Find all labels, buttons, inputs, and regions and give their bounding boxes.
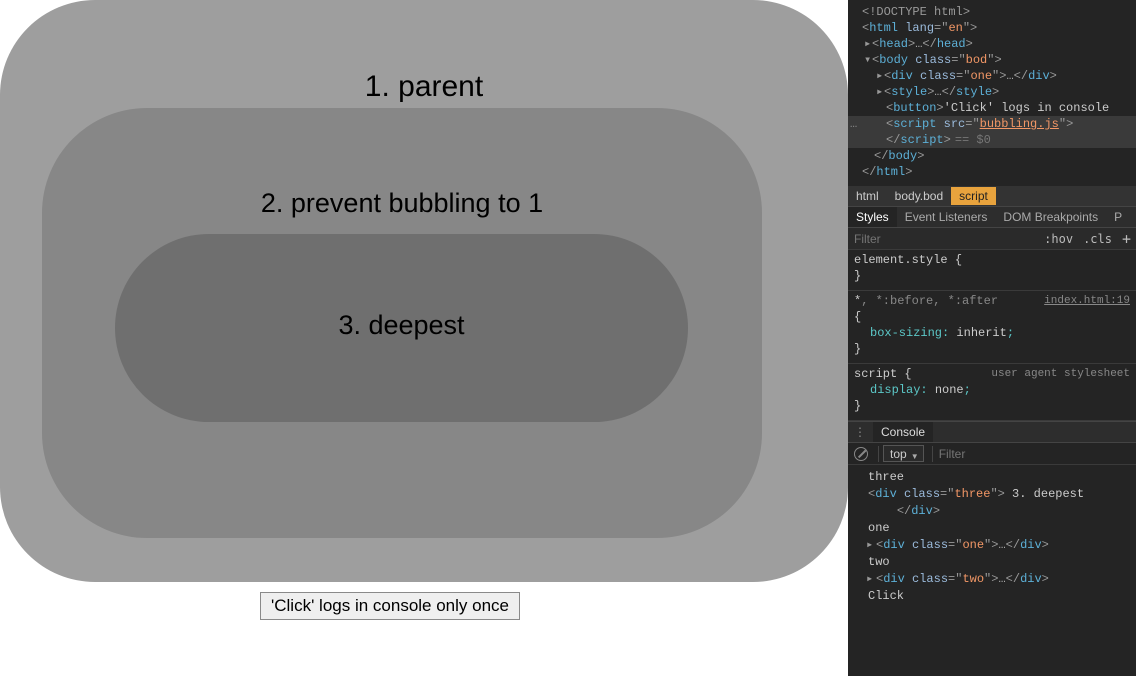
- console-log-element[interactable]: ▸<div class="two">…</div>: [868, 571, 1130, 588]
- expand-arrow-icon[interactable]: ▸: [876, 84, 884, 100]
- deepest-box-label: 3. deepest: [115, 234, 688, 341]
- expand-arrow-icon[interactable]: ▸: [866, 571, 876, 588]
- overflow-dots-icon: …: [850, 116, 857, 132]
- expand-arrow-icon[interactable]: ▸: [866, 537, 876, 554]
- console-filter-input[interactable]: [937, 446, 997, 462]
- user-agent-label: user agent stylesheet: [991, 366, 1130, 382]
- console-log-line[interactable]: one: [868, 520, 1130, 537]
- console-log-element[interactable]: <div class="three"> 3. deepest </div>: [868, 486, 1130, 520]
- styles-filter-bar: :hov .cls +: [848, 228, 1136, 250]
- toggle-cls-button[interactable]: .cls: [1078, 232, 1117, 246]
- elements-node-script-close[interactable]: </script>== $0: [848, 132, 1136, 148]
- deepest-box[interactable]: 3. deepest: [115, 234, 688, 422]
- click-logs-button[interactable]: 'Click' logs in console only once: [260, 592, 520, 620]
- collapse-arrow-icon[interactable]: ▾: [864, 52, 872, 68]
- tab-dom-breakpoints[interactable]: DOM Breakpoints: [995, 207, 1106, 227]
- breadcrumb-item-script[interactable]: script: [951, 187, 996, 205]
- expand-arrow-icon[interactable]: ▸: [876, 68, 884, 84]
- elements-node-head[interactable]: ▸<head>…</head>: [848, 36, 1136, 52]
- style-rule-element[interactable]: element.style { }: [848, 250, 1136, 291]
- elements-node-doctype[interactable]: <!DOCTYPE html>: [848, 4, 1136, 20]
- breadcrumb-item-html[interactable]: html: [848, 187, 887, 205]
- style-rule-script[interactable]: user agent stylesheet script { display: …: [848, 364, 1136, 421]
- middle-box-label: 2. prevent bubbling to 1: [42, 108, 762, 219]
- clear-console-icon[interactable]: [854, 447, 868, 461]
- tab-event-listeners[interactable]: Event Listeners: [897, 207, 996, 227]
- parent-box-label: 1. parent: [0, 0, 848, 104]
- console-tab[interactable]: Console: [873, 422, 933, 442]
- style-rule-universal[interactable]: index.html:19 *, *:before, *:after{ box-…: [848, 291, 1136, 364]
- styles-pane-tabs: Styles Event Listeners DOM Breakpoints P: [848, 206, 1136, 228]
- console-log-line[interactable]: two: [868, 554, 1130, 571]
- console-context-select[interactable]: top: [883, 445, 924, 462]
- elements-node-body-close[interactable]: </body>: [848, 148, 1136, 164]
- elements-node-div-one[interactable]: ▸<div class="one">…</div>: [848, 68, 1136, 84]
- toggle-hov-button[interactable]: :hov: [1039, 232, 1078, 246]
- breadcrumb-item-body[interactable]: body.bod: [887, 187, 952, 205]
- expand-arrow-icon[interactable]: ▸: [864, 36, 872, 52]
- console-drawer-header: ⋮ Console: [848, 421, 1136, 443]
- elements-tree[interactable]: <!DOCTYPE html> <html lang="en"> ▸<head>…: [848, 0, 1136, 186]
- styles-filter-input[interactable]: [848, 231, 1039, 247]
- console-log-line[interactable]: three: [868, 469, 1130, 486]
- devtools-panel: <!DOCTYPE html> <html lang="en"> ▸<head>…: [848, 0, 1136, 676]
- elements-breadcrumb: html body.bod script: [848, 186, 1136, 206]
- rule-source-link[interactable]: index.html:19: [1044, 293, 1130, 309]
- elements-node-script-selected[interactable]: …<script src="bubbling.js">: [848, 116, 1136, 132]
- tab-more[interactable]: P: [1106, 207, 1130, 227]
- elements-node-style[interactable]: ▸<style>…</style>: [848, 84, 1136, 100]
- elements-node-html-close[interactable]: </html>: [848, 164, 1136, 180]
- console-output[interactable]: three <div class="three"> 3. deepest </d…: [848, 465, 1136, 609]
- drag-handle-icon[interactable]: ⋮: [848, 425, 873, 439]
- console-log-element[interactable]: ▸<div class="one">…</div>: [868, 537, 1130, 554]
- tab-styles[interactable]: Styles: [848, 207, 897, 227]
- elements-node-html[interactable]: <html lang="en">: [848, 20, 1136, 36]
- new-rule-button[interactable]: +: [1117, 230, 1136, 248]
- elements-node-button[interactable]: <button>'Click' logs in console: [848, 100, 1136, 116]
- console-toolbar: top: [848, 443, 1136, 465]
- rendered-page: 1. parent 2. prevent bubbling to 1 3. de…: [0, 0, 848, 676]
- console-log-line[interactable]: Click: [868, 588, 1130, 605]
- elements-node-body[interactable]: ▾<body class="bod">: [848, 52, 1136, 68]
